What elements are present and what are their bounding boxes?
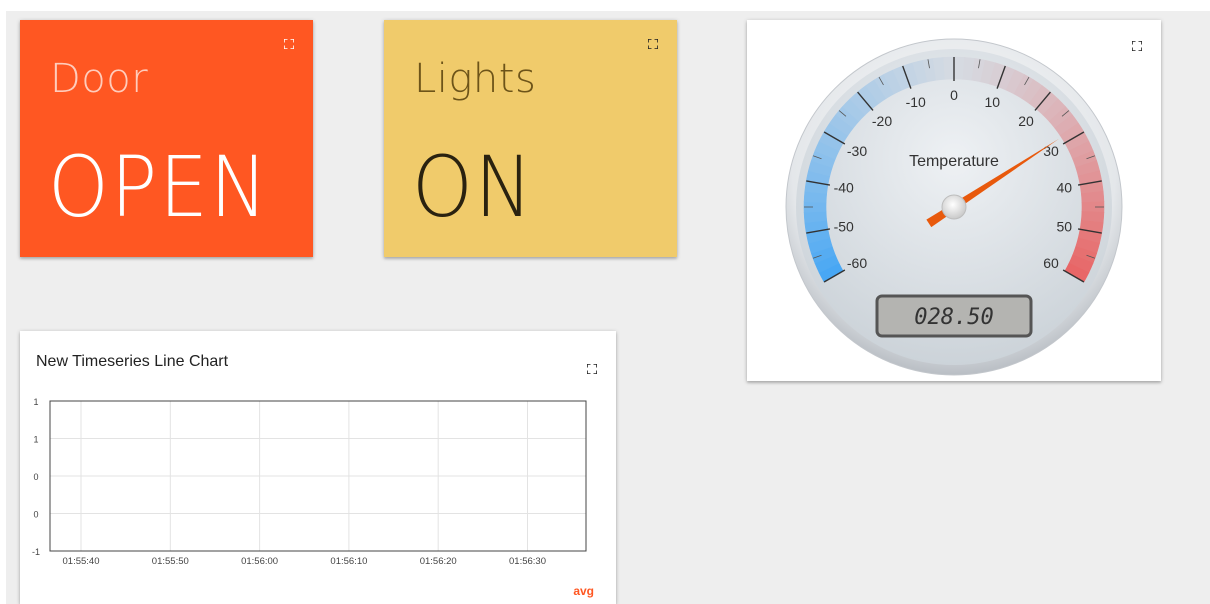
dashboard-canvas: Door OPEN Lights ON -60 -50 -40 -30 -20 … <box>6 11 1210 604</box>
gauge-tick-label: -10 <box>906 94 926 110</box>
door-card: Door OPEN <box>20 20 313 257</box>
lights-card: Lights ON <box>384 20 677 257</box>
gauge-title: Temperature <box>909 153 999 170</box>
fullscreen-icon[interactable] <box>284 39 294 49</box>
gauge-tick-label: -60 <box>847 255 867 271</box>
chart-x-tick-label: 01:56:20 <box>420 556 457 567</box>
gauge-tick-label: -20 <box>872 113 892 129</box>
temperature-gauge-card: -60 -50 -40 -30 -20 -10 0 10 20 30 40 50 60 Temperat… <box>747 20 1161 381</box>
door-status-value: OPEN <box>48 138 270 236</box>
gauge-tick-label: 30 <box>1043 143 1059 159</box>
chart-x-tick-label: 01:55:40 <box>63 556 100 567</box>
gauge-tick-label: 50 <box>1057 218 1073 234</box>
chart-x-tick-label: 01:56:00 <box>241 556 278 567</box>
legend-series-avg[interactable]: avg <box>573 584 594 598</box>
chart-x-tick-label: 01:55:50 <box>152 556 189 567</box>
chart-x-tick-label: 01:56:30 <box>509 556 546 567</box>
fullscreen-icon[interactable] <box>648 39 658 49</box>
chart-y-tick-label: 1 <box>33 435 38 445</box>
gauge-tick-label: 20 <box>1018 113 1034 129</box>
gauge-tick-label: 0 <box>950 87 958 103</box>
chart-y-tick-label: 1 <box>33 397 38 407</box>
gauge-color-band <box>943 56 955 80</box>
gauge-tick-label: -30 <box>847 143 867 159</box>
chart-y-tick-label: 0 <box>33 472 38 482</box>
chart-y-tick-label: -1 <box>32 547 40 557</box>
gauge-tick-label: -40 <box>834 180 854 196</box>
chart-y-tick-label: 0 <box>33 510 38 520</box>
gauge-tick-label: -50 <box>834 218 854 234</box>
gauge-color-band <box>803 211 828 224</box>
gauge-readout: 028.50 <box>914 305 993 330</box>
chart-x-tick-label: 01:56:10 <box>330 556 367 567</box>
timeseries-chart-card: New Timeseries Line Chart 1 1 0 0 -1 01:55:4… <box>20 331 616 604</box>
door-title: Door <box>50 56 149 102</box>
line-chart: 1 1 0 0 -1 01:55:40 01:55:50 01:56:00 01:56:10 0… <box>32 397 587 567</box>
lights-status-value: ON <box>412 138 535 236</box>
temperature-gauge: -60 -50 -40 -30 -20 -10 0 10 20 30 40 50 60 Temperat… <box>785 38 1123 376</box>
gauge-tick-label: 60 <box>1043 255 1059 271</box>
gauge-color-band <box>1080 190 1105 203</box>
gauge-tick-label: 40 <box>1057 180 1073 196</box>
gauge-tick-label: 10 <box>985 94 1001 110</box>
lights-title: Lights <box>414 56 537 102</box>
gauge-pivot <box>941 194 967 220</box>
